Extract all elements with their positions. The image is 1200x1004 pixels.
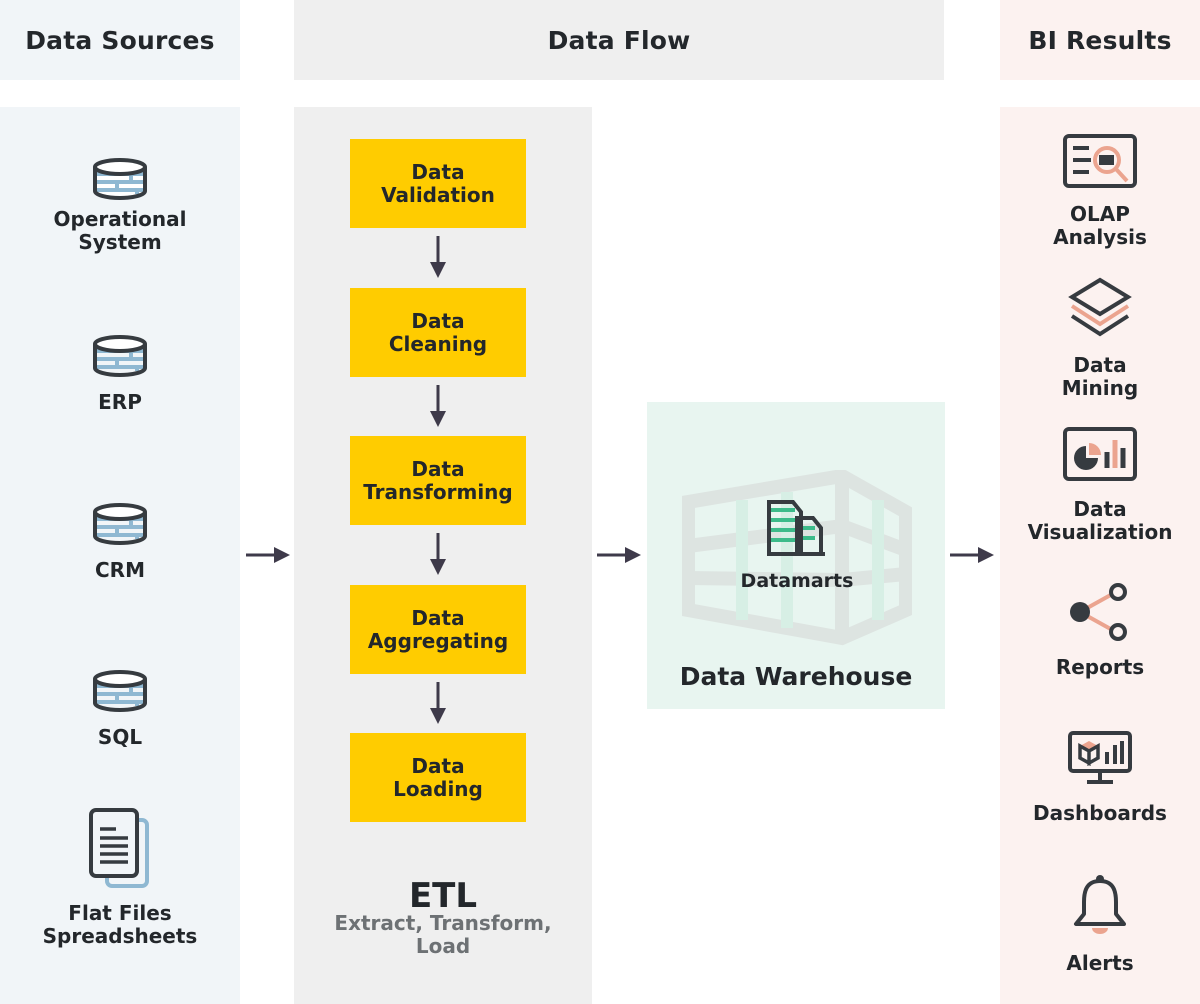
warehouse-building-icon [682,470,912,646]
arrow-down-icon [430,533,446,575]
result-olap-analysis: OLAP Analysis [1000,133,1200,249]
header-title: Data Flow [547,25,691,55]
etl-step-loading: Data Loading [350,733,526,822]
etl-step-aggregating: Data Aggregating [350,585,526,674]
etl-step-cleaning: Data Cleaning [350,288,526,377]
source-operational-system: Operational System [0,156,240,254]
result-label: Data Mining [1061,353,1139,400]
arrow-down-icon [430,385,446,427]
datamarts-label: Datamarts [740,570,854,592]
etl-title: ETL [408,876,478,916]
arrow-right-icon [950,547,994,563]
source-crm: CRM [0,501,240,582]
result-reports: Reports [1000,582,1200,679]
result-data-mining: Data Mining [1000,276,1200,400]
result-label: Reports [1055,655,1145,679]
source-erp: ERP [0,333,240,414]
bell-icon [1074,875,1126,934]
datamarts-icon [767,500,825,556]
arrow-right-icon [597,547,641,563]
document-icon [89,808,149,888]
result-label: OLAP Analysis [1053,202,1147,249]
header-title: BI Results [1028,25,1172,55]
source-flat-files: Flat Files Spreadsheets [0,806,240,948]
result-alerts: Alerts [1000,874,1200,975]
source-label: Operational System [53,207,187,254]
source-label: CRM [95,558,145,582]
data-warehouse-title: Data Warehouse [679,662,913,691]
share-icon [1070,583,1127,641]
source-sql: SQL [0,668,240,749]
result-label: Dashboards [1033,801,1167,825]
header-data-sources: Data Sources [0,0,240,80]
database-icon [93,158,147,200]
header-data-flow: Data Flow [294,0,944,80]
monitor-dashboard-icon [1068,731,1132,784]
source-label: Flat Files Spreadsheets [42,901,198,948]
header-bi-results: BI Results [1000,0,1200,80]
olap-search-icon [1063,134,1137,188]
database-icon [93,335,147,377]
result-dashboards: Dashboards [1000,730,1200,825]
arrow-down-icon [430,682,446,724]
header-title: Data Sources [25,25,215,55]
arrow-down-icon [430,236,446,278]
chart-icon [1063,427,1137,481]
etl-step-transforming: Data Transforming [350,436,526,525]
source-label: SQL [97,725,143,749]
result-label: Data Visualization [1027,497,1173,544]
source-label: ERP [98,390,142,414]
result-data-visualization: Data Visualization [1000,426,1200,544]
arrow-right-icon [246,547,290,563]
database-icon [93,503,147,545]
etl-subtitle: Extract, Transform, Load [334,911,552,958]
etl-step-validation: Data Validation [350,139,526,228]
layers-icon [1068,277,1132,337]
database-icon [93,670,147,712]
result-label: Alerts [1066,951,1134,975]
